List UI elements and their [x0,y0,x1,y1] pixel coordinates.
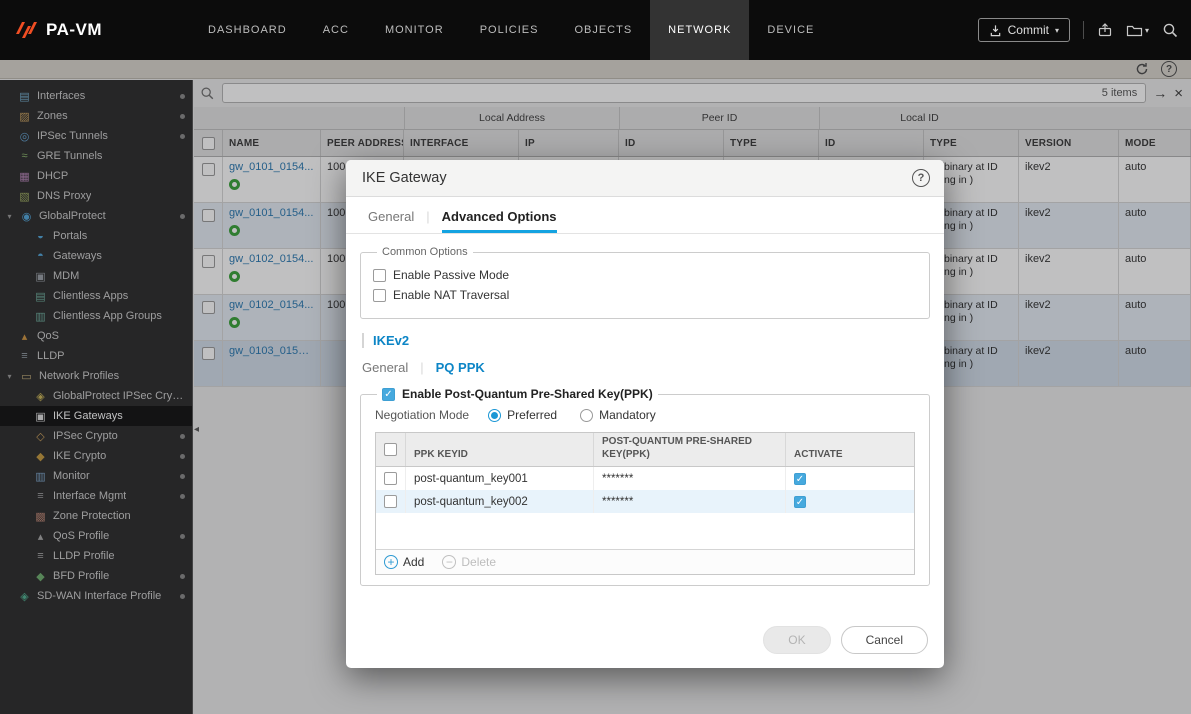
ppk-select-all-checkbox[interactable] [384,443,397,456]
ppk-table-row[interactable]: post-quantum_key001 ******* [376,467,914,490]
tab-general[interactable]: General [368,209,414,233]
commit-label: Commit [1007,23,1049,37]
checkbox-checked-icon [382,387,395,401]
radio-selected-icon [488,408,502,422]
tab-objects[interactable]: OBJECTS [556,0,650,60]
ikev2-tab-general[interactable]: General [362,360,408,375]
config-folder-caret-icon: ▾ [1144,25,1149,35]
ppk-table-header: PPK KEYID POST-QUANTUM PRE-SHARED KEY(PP… [376,433,914,467]
negotiation-mode-label: Negotiation Mode [375,408,470,422]
tab-device[interactable]: DEVICE [749,0,832,60]
enable-passive-mode-checkbox[interactable]: Enable Passive Mode [373,268,917,282]
negotiation-mode-row: Negotiation Mode Preferred Mandatory [375,408,915,422]
ikev2-section-heading: IKEv2 [362,333,930,348]
preferred-radio[interactable]: Preferred [488,408,557,422]
commit-icon [990,24,1000,36]
minus-circle-icon [442,555,457,569]
main-nav-tabs: DASHBOARD ACC MONITOR POLICIES OBJECTS N… [190,0,832,60]
ppk-row-checkbox[interactable] [384,495,397,508]
dialog-header: IKE Gateway [346,160,944,197]
tab-policies[interactable]: POLICIES [462,0,557,60]
ike-gateway-dialog: IKE Gateway General Advanced Options Com… [346,160,944,668]
ppk-fieldset: Enable Post-Quantum Pre-Shared Key(PPK) … [360,387,930,586]
checkbox-unchecked-icon [373,288,386,302]
ppk-table: PPK KEYID POST-QUANTUM PRE-SHARED KEY(PP… [375,432,915,575]
ppk-table-empty-area [376,513,914,549]
tab-advanced-options[interactable]: Advanced Options [442,209,557,233]
col-ppk-keyid[interactable]: PPK KEYID [406,433,594,466]
col-ppk-key[interactable]: POST-QUANTUM PRE-SHARED KEY(PPK) [594,433,786,466]
add-ppk-button[interactable]: Add [384,555,424,569]
dialog-footer: OK Cancel [763,626,928,654]
logo-text: PA-VM [46,20,103,39]
enable-nat-traversal-checkbox[interactable]: Enable NAT Traversal [373,288,917,302]
ikev2-tab-pq-ppk[interactable]: PQ PPK [436,360,485,375]
push-config-icon[interactable] [1097,22,1113,38]
activate-checkbox[interactable] [794,495,806,508]
app-root: PA-VM DASHBOARD ACC MONITOR POLICIES OBJ… [0,0,1191,714]
radio-unselected-icon [580,408,594,422]
tab-dashboard[interactable]: DASHBOARD [190,0,305,60]
dialog-body: Common Options Enable Passive Mode Enabl… [346,234,944,586]
mandatory-radio[interactable]: Mandatory [580,408,656,422]
palo-alto-flame-icon [16,22,37,38]
tab-monitor[interactable]: MONITOR [367,0,462,60]
ok-button[interactable]: OK [763,626,831,654]
col-activate[interactable]: ACTIVATE [786,433,914,466]
navbar-right-actions: Commit ▾ ▾ [977,0,1179,60]
ppk-table-footer: Add Delete [376,549,914,574]
ppk-row-checkbox[interactable] [384,472,397,485]
checkbox-unchecked-icon [373,268,386,282]
tab-separator [426,209,429,233]
activate-checkbox[interactable] [794,472,806,485]
plus-circle-icon [384,555,398,569]
config-folder-icon[interactable]: ▾ [1126,23,1149,38]
tab-acc[interactable]: ACC [305,0,367,60]
cancel-button[interactable]: Cancel [840,626,928,654]
navbar-separator [1082,21,1084,39]
delete-ppk-button[interactable]: Delete [442,555,496,569]
commit-caret-icon: ▾ [1054,25,1059,35]
enable-ppk-checkbox[interactable]: Enable Post-Quantum Pre-Shared Key(PPK) [382,387,653,401]
ppk-table-row[interactable]: post-quantum_key002 ******* [376,490,914,513]
global-search-icon[interactable] [1162,22,1179,39]
common-options-fieldset: Common Options Enable Passive Mode Enabl… [360,246,930,319]
common-options-legend: Common Options [382,246,468,258]
dialog-help-icon[interactable] [912,169,930,187]
ikev2-subtabs: General PQ PPK [362,360,930,375]
pa-vm-logo: PA-VM [14,19,102,41]
tab-network[interactable]: NETWORK [650,0,750,60]
dialog-tabs: General Advanced Options [346,197,944,234]
top-navbar: PA-VM DASHBOARD ACC MONITOR POLICIES OBJ… [0,0,1191,60]
dialog-title: IKE Gateway [362,170,447,186]
commit-button[interactable]: Commit ▾ [977,18,1070,42]
tab-separator [420,360,423,375]
